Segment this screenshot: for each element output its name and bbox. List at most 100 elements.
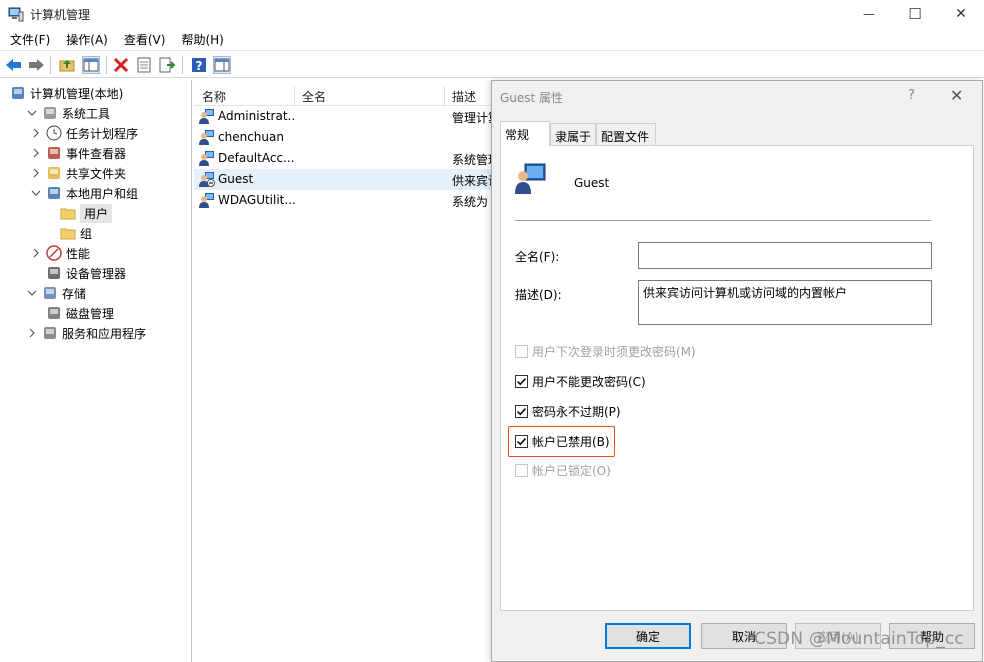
tree-item-label: 性能 <box>66 246 91 261</box>
tree-item[interactable]: 存储 <box>26 283 86 303</box>
tree-item[interactable]: 事件查看器 <box>30 143 126 163</box>
table-row[interactable]: DefaultAcc... 系统管理 <box>194 148 494 169</box>
tree-item[interactable]: 本地用户和组 <box>30 183 138 203</box>
chevron-down-icon[interactable] <box>30 187 42 199</box>
guest-properties-dialog: Guest 属性 ? ✕ 常规 隶属于 配置文件 Guest 全名(F): 描述… <box>491 80 983 662</box>
services-icon <box>42 325 58 341</box>
menu-help[interactable]: 帮助(H) <box>171 28 229 50</box>
tree-item[interactable]: 计算机管理(本地) <box>6 83 123 103</box>
user-description-cell: 管理计算 <box>452 111 492 125</box>
tree-item[interactable]: 性能 <box>30 243 90 263</box>
user-description-cell: 供来宾访 <box>452 174 492 188</box>
event-viewer-icon <box>46 145 62 161</box>
delete-icon[interactable] <box>112 56 130 74</box>
list-header: 名称 全名 描述 <box>194 84 494 106</box>
highlight-annotation <box>508 426 615 457</box>
export-list-icon[interactable] <box>158 56 176 74</box>
user-description-cell: 系统管理 <box>452 153 492 167</box>
checkbox-label: 帐户已锁定(O) <box>532 464 611 478</box>
menu-file[interactable]: 文件(F) <box>0 28 56 50</box>
action-pane-icon[interactable] <box>213 56 231 74</box>
tab-profile[interactable]: 配置文件 <box>596 123 656 145</box>
tree-item[interactable]: 系统工具 <box>26 103 110 123</box>
chevron-down-icon[interactable] <box>26 107 38 119</box>
computer-management-icon <box>10 85 26 101</box>
table-row[interactable]: WDAGUtilit... 系统为 <box>194 190 494 211</box>
checkbox-checked[interactable] <box>515 405 528 418</box>
computer-management-icon <box>8 6 24 22</box>
tree-item[interactable]: 设备管理器 <box>30 263 126 283</box>
up-folder-icon[interactable] <box>58 56 76 74</box>
tools-icon <box>42 105 58 121</box>
help-icon[interactable]: ? <box>190 56 208 74</box>
tree-item[interactable]: 任务计划程序 <box>30 123 138 143</box>
description-input[interactable]: 供来宾访问计算机或访问域的内置帐户 <box>638 280 932 325</box>
disk-icon <box>46 305 62 321</box>
chevron-right-icon[interactable] <box>30 127 42 139</box>
tree-item[interactable]: 组 <box>44 223 92 243</box>
column-header-description[interactable]: 描述 <box>452 88 476 105</box>
dialog-close-button[interactable]: ✕ <box>950 86 963 105</box>
show-tree-icon[interactable] <box>82 56 100 74</box>
checkbox-row: 帐户已锁定(O) <box>515 462 611 479</box>
user-name-cell: chenchuan <box>218 130 284 144</box>
shared-folder-icon <box>46 165 62 181</box>
table-row[interactable]: Guest 供来宾访 <box>194 169 494 190</box>
watermark: CSDN @MountainTop_cc <box>754 629 964 649</box>
ok-button[interactable]: 确定 <box>605 623 691 649</box>
tree-item[interactable]: 磁盘管理 <box>30 303 114 323</box>
table-row[interactable]: Administrat... 管理计算 <box>194 106 494 127</box>
tab-member-of[interactable]: 隶属于 <box>550 123 596 145</box>
checkbox-label: 密码永不过期(P) <box>532 405 621 419</box>
folder-icon <box>60 205 76 221</box>
device-manager-icon <box>46 265 62 281</box>
user-name-cell: Administrat... <box>218 109 296 123</box>
menu-view[interactable]: 查看(V) <box>114 28 172 50</box>
tree-item[interactable]: 服务和应用程序 <box>26 323 146 343</box>
tree-item-label: 共享文件夹 <box>66 166 127 181</box>
tab-general[interactable]: 常规 <box>500 121 550 146</box>
general-tab-panel: Guest 全名(F): 描述(D): 供来宾访问计算机或访问域的内置帐户 用户… <box>500 145 974 611</box>
table-row[interactable]: chenchuan <box>194 127 494 148</box>
column-header-fullname[interactable]: 全名 <box>302 88 326 105</box>
user-icon <box>199 129 215 145</box>
chevron-right-icon[interactable] <box>30 247 42 259</box>
close-button[interactable]: ✕ <box>938 0 984 28</box>
checkbox-row[interactable]: 密码永不过期(P) <box>515 403 621 420</box>
user-icon <box>199 192 215 208</box>
checkbox-unchecked <box>515 345 528 358</box>
user-name-heading: Guest <box>574 176 610 190</box>
tree-item-label: 组 <box>80 226 93 241</box>
chevron-down-icon[interactable] <box>26 287 38 299</box>
back-arrow-icon[interactable] <box>5 56 23 74</box>
chevron-right-icon[interactable] <box>30 167 42 179</box>
tree-item-label: 事件查看器 <box>66 146 127 161</box>
tree-item[interactable]: 用户 <box>44 203 113 223</box>
column-header-name[interactable]: 名称 <box>202 88 226 105</box>
dialog-help-button[interactable]: ? <box>908 88 915 103</box>
menu-action[interactable]: 操作(A) <box>56 28 114 50</box>
tree-item[interactable]: 共享文件夹 <box>30 163 126 183</box>
chevron-right-icon[interactable] <box>30 147 42 159</box>
users-group-icon <box>46 185 62 201</box>
user-icon <box>199 150 215 166</box>
fullname-input[interactable] <box>638 242 932 269</box>
forward-arrow-icon[interactable] <box>27 56 45 74</box>
navigation-tree: 计算机管理(本地) 系统工具任务计划程序 事件查看器共享文件夹本地用户和组 用户组性能… <box>0 80 192 662</box>
checkbox-row[interactable]: 用户不能更改密码(C) <box>515 373 646 390</box>
tree-item-label: 任务计划程序 <box>66 126 139 141</box>
tree-item-label: 设备管理器 <box>66 266 127 281</box>
checkbox-checked[interactable] <box>515 375 528 388</box>
checkbox-label: 用户不能更改密码(C) <box>532 375 646 389</box>
user-avatar-icon <box>513 162 547 196</box>
properties-icon[interactable] <box>135 56 153 74</box>
chevron-right-icon[interactable] <box>26 327 38 339</box>
maximize-button[interactable]: ☐ <box>892 0 938 28</box>
user-icon <box>199 108 215 124</box>
minimize-button[interactable]: — <box>846 0 892 28</box>
checkbox-row: 用户下次登录时须更改密码(M) <box>515 343 696 360</box>
user-name-cell: Guest <box>218 172 254 186</box>
